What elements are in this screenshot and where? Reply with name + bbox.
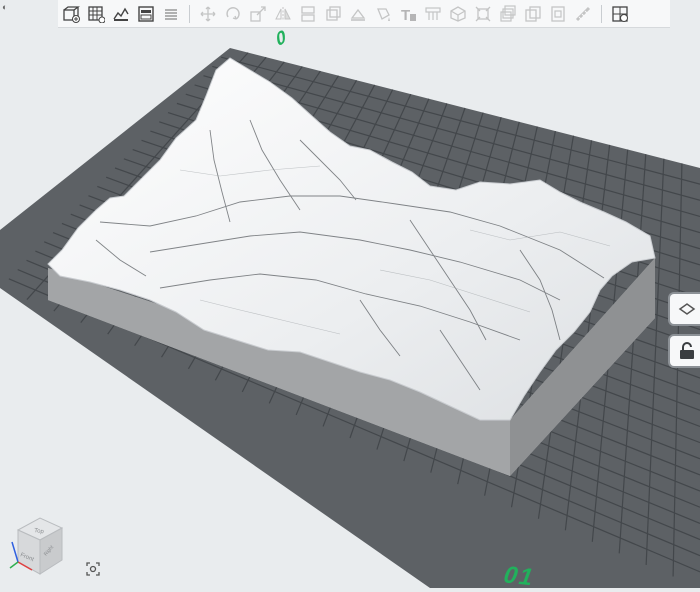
assembly-button[interactable] xyxy=(609,3,631,25)
scale-button[interactable] xyxy=(247,3,269,25)
main-toolbar: T xyxy=(58,0,670,28)
rotate-icon xyxy=(226,6,240,20)
fit-view-icon xyxy=(86,562,100,576)
text-button[interactable]: T xyxy=(397,3,419,25)
menu-lines-icon xyxy=(165,8,177,20)
menu-lines-button[interactable] xyxy=(160,3,182,25)
layers-button[interactable] xyxy=(497,3,519,25)
add-array-icon xyxy=(88,5,105,23)
hollow-button[interactable] xyxy=(322,3,344,25)
layer-button[interactable] xyxy=(668,292,700,326)
view-cube-y-axis xyxy=(9,561,19,569)
resize-button[interactable] xyxy=(472,3,494,25)
side-panel xyxy=(660,292,700,372)
view-cube-z-axis xyxy=(11,541,19,563)
paint-icon xyxy=(377,7,390,21)
add-array-button[interactable] xyxy=(85,3,107,25)
mirror-button[interactable] xyxy=(272,3,294,25)
add-part-button[interactable] xyxy=(60,3,82,25)
move-icon xyxy=(200,6,216,21)
assembly-icon xyxy=(612,5,628,22)
split-icon xyxy=(301,5,315,22)
split-button[interactable] xyxy=(297,3,319,25)
flatten-button[interactable] xyxy=(347,3,369,25)
mirror-icon xyxy=(275,6,291,21)
copy-icon xyxy=(525,5,541,22)
flatten-icon xyxy=(350,8,366,21)
svg-text:T: T xyxy=(401,7,410,23)
support-icon xyxy=(425,6,441,20)
move-button[interactable] xyxy=(197,3,219,25)
3d-viewport[interactable] xyxy=(0,0,700,588)
copy-alt-button[interactable] xyxy=(547,3,569,25)
copy-button[interactable] xyxy=(522,3,544,25)
window-menu-icon[interactable]: ◐ xyxy=(2,2,12,12)
resize-icon xyxy=(475,6,491,21)
copy-alt-icon xyxy=(551,5,565,22)
layout-icon xyxy=(138,5,154,22)
box-button[interactable] xyxy=(447,3,469,25)
toolbar-separator xyxy=(601,4,602,23)
measure-icon xyxy=(575,6,591,21)
add-part-icon xyxy=(63,5,80,23)
measure-button[interactable] xyxy=(572,3,594,25)
text-icon: T xyxy=(401,7,416,23)
layers-icon xyxy=(500,4,516,22)
fit-view-button[interactable] xyxy=(84,560,102,578)
lock-icon xyxy=(680,342,694,359)
toolbar-separator xyxy=(189,4,190,23)
scale-icon xyxy=(250,5,266,22)
paint-button[interactable] xyxy=(372,3,394,25)
layer-icon xyxy=(678,303,696,315)
hollow-icon xyxy=(326,5,341,21)
support-button[interactable] xyxy=(422,3,444,25)
layout-button[interactable] xyxy=(135,3,157,25)
view-cube[interactable]: Top Front Right xyxy=(6,512,68,580)
box-icon xyxy=(450,5,466,22)
lock-button[interactable] xyxy=(668,334,700,368)
edit-terrain-icon xyxy=(113,7,129,21)
rotate-button[interactable] xyxy=(222,3,244,25)
edit-terrain-button[interactable] xyxy=(110,3,132,25)
